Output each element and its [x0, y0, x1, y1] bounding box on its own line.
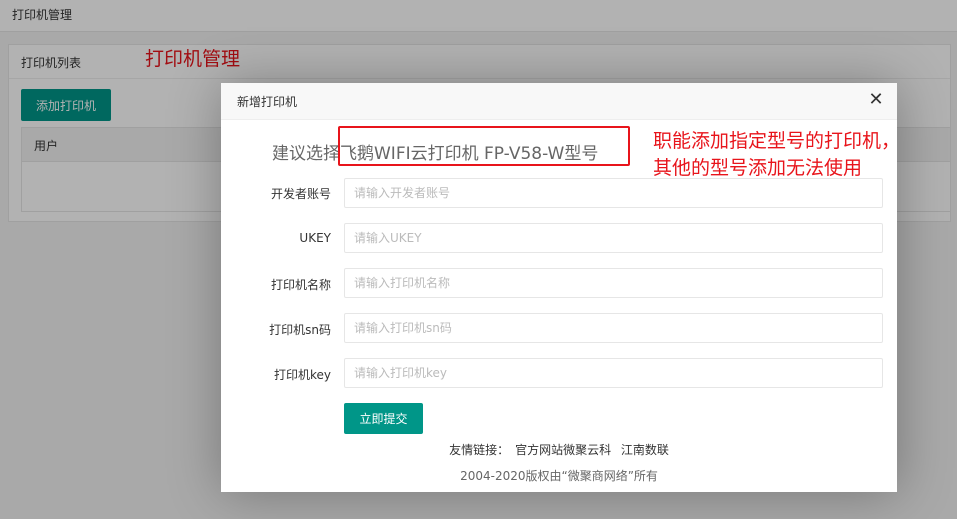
- printer-sn-input[interactable]: [344, 313, 883, 343]
- developer-account-label: 开发者账号: [270, 187, 331, 201]
- ukey-label: UKEY: [299, 231, 331, 245]
- friend-links: 友情链接： 官方网站微聚云科 江南数联: [221, 441, 897, 458]
- printer-sn-label: 打印机sn码: [269, 323, 331, 337]
- ukey-input[interactable]: [344, 223, 883, 253]
- links-prefix: 友情链接：: [449, 443, 510, 457]
- highlight-box: [338, 126, 630, 166]
- printer-name-input[interactable]: [344, 268, 883, 298]
- dialog-title: 新增打印机: [237, 95, 298, 109]
- jiangnan-link[interactable]: 江南数联: [621, 443, 669, 457]
- annotation-model-restriction: 职能添加指定型号的打印机， 其他的型号添加无法使用: [653, 128, 900, 182]
- copyright-text: 2004-2020版权由“微聚商网络”所有: [460, 469, 658, 483]
- printer-key-label: 打印机key: [273, 368, 331, 382]
- annotation-line-1: 职能添加指定型号的打印机，: [653, 130, 901, 152]
- dialog-header: 新增打印机 ✕: [221, 83, 897, 120]
- printer-name-label: 打印机名称: [270, 278, 331, 292]
- close-icon[interactable]: ✕: [867, 91, 885, 109]
- submit-button[interactable]: 立即提交: [344, 403, 423, 434]
- printer-key-input[interactable]: [344, 358, 883, 388]
- developer-account-input[interactable]: [344, 178, 883, 208]
- annotation-line-2: 其他的型号添加无法使用: [653, 157, 863, 179]
- official-site-link[interactable]: 官方网站微聚云科: [515, 443, 611, 457]
